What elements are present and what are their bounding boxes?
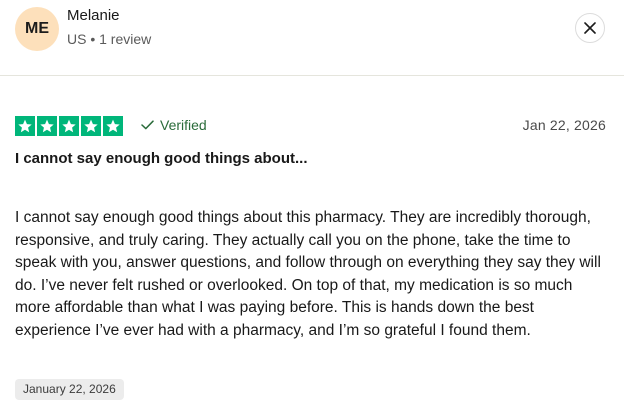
- star-rating: [15, 116, 123, 136]
- check-icon: [141, 120, 154, 130]
- reviewer-meta: US • 1 review: [67, 31, 152, 47]
- reviewer-header: ME Melanie US • 1 review: [0, 0, 624, 76]
- verified-badge: Verified: [141, 117, 207, 133]
- reviewer-name: Melanie: [67, 7, 120, 24]
- star-icon: [37, 116, 57, 136]
- review-body: I cannot say enough good things about th…: [15, 209, 601, 339]
- avatar: ME: [15, 7, 59, 51]
- verified-label: Verified: [160, 117, 207, 133]
- close-button[interactable]: [575, 13, 605, 43]
- star-icon: [103, 116, 123, 136]
- star-icon: [81, 116, 101, 136]
- star-icon: [59, 116, 79, 136]
- review-date: Jan 22, 2026: [522, 117, 606, 133]
- experience-date-chip: January 22, 2026: [15, 379, 124, 400]
- review-title: I cannot say enough good things about...: [15, 150, 308, 167]
- star-icon: [15, 116, 35, 136]
- close-icon: [584, 22, 596, 34]
